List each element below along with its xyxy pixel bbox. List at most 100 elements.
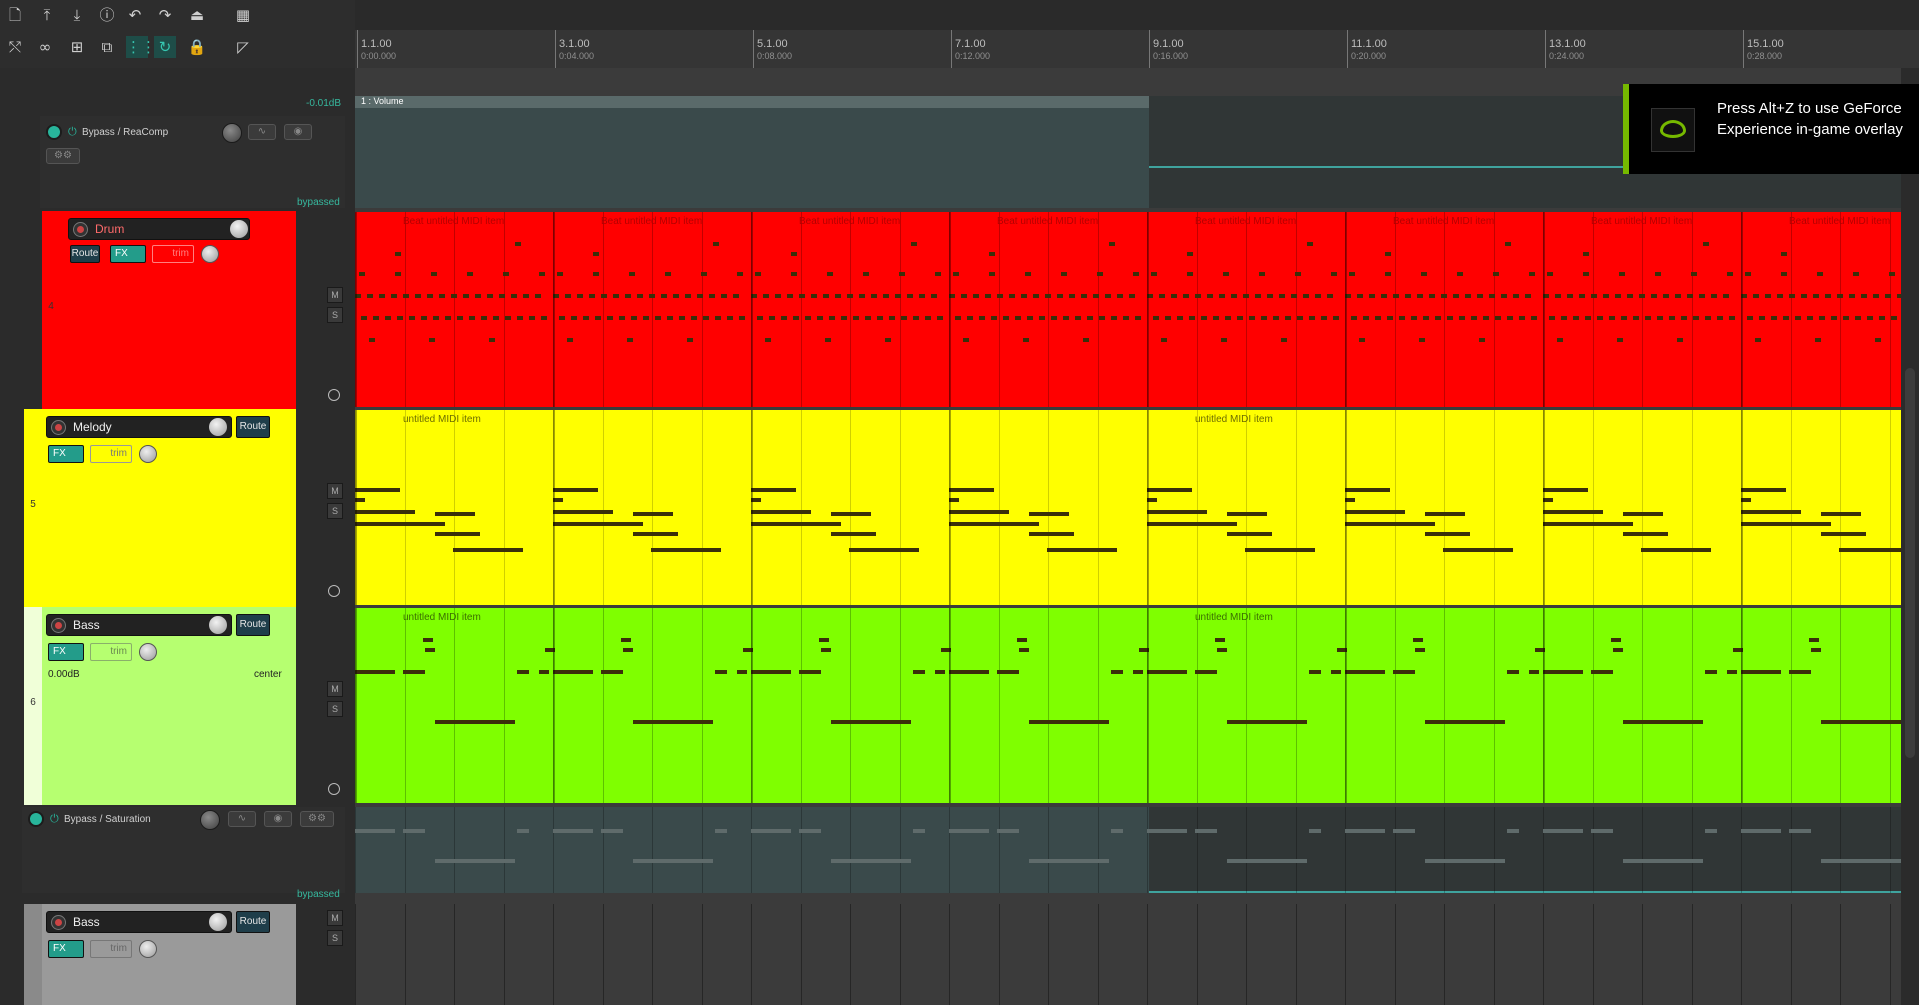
lane-bass-2[interactable] bbox=[355, 904, 1901, 1005]
route-button[interactable]: Route bbox=[236, 911, 270, 933]
track-bass-2[interactable]: Bass Route FX trim M S bbox=[0, 904, 343, 1005]
trim-button[interactable]: trim bbox=[90, 643, 132, 661]
link-icon[interactable]: ∞ bbox=[34, 36, 56, 58]
trim-knob[interactable] bbox=[139, 445, 157, 463]
mute-button[interactable]: M bbox=[327, 910, 343, 926]
undo-icon[interactable]: ↶ bbox=[124, 4, 146, 26]
arrange-view[interactable]: 1 : Volume Beat untitled MIDI item Beat u… bbox=[355, 68, 1901, 1005]
midi-item-label[interactable]: untitled MIDI item bbox=[403, 414, 481, 425]
snap-grid-icon[interactable]: ⊞ bbox=[66, 36, 88, 58]
trim-button[interactable]: trim bbox=[90, 445, 132, 463]
track-name-field[interactable]: Bass bbox=[46, 614, 232, 636]
midi-item-label[interactable]: Beat untitled MIDI item bbox=[799, 216, 900, 227]
grid-icon[interactable]: ▦ bbox=[232, 4, 254, 26]
envelope-settings-icon[interactable]: ⚙⚙ bbox=[300, 811, 334, 827]
track-name-field[interactable]: Melody bbox=[46, 416, 232, 438]
envelope-shape-icon[interactable]: ∿ bbox=[248, 124, 276, 140]
midi-note bbox=[565, 294, 571, 298]
scrollbar-thumb[interactable] bbox=[1905, 368, 1915, 758]
envelope-settings-icon[interactable]: ⚙⚙ bbox=[46, 148, 80, 164]
trim-knob[interactable] bbox=[201, 245, 219, 263]
grid-lines-icon[interactable]: ⋮⋮ bbox=[126, 36, 156, 58]
solo-button[interactable]: S bbox=[327, 307, 343, 323]
volume-knob[interactable] bbox=[229, 219, 249, 239]
timeline-ruler[interactable]: 1.1.00 0:00.000 3.1.00 0:04.000 5.1.00 0:08… bbox=[355, 30, 1919, 68]
midi-item-label[interactable]: untitled MIDI item bbox=[403, 612, 481, 623]
volume-knob[interactable] bbox=[208, 912, 228, 932]
beat-grid-line bbox=[1246, 410, 1247, 605]
phase-icon[interactable] bbox=[328, 585, 340, 597]
envelope-active-button[interactable] bbox=[46, 124, 62, 140]
record-arm-button[interactable] bbox=[73, 222, 88, 237]
route-button[interactable]: Route bbox=[70, 245, 100, 263]
record-arm-button[interactable] bbox=[51, 915, 66, 930]
new-file-icon[interactable]: 🗋 bbox=[4, 4, 26, 26]
midi-item-label[interactable]: untitled MIDI item bbox=[1195, 612, 1273, 623]
loop-icon[interactable]: ↻ bbox=[154, 36, 176, 58]
midi-note bbox=[935, 670, 945, 674]
lane-melody[interactable]: untitled MIDI item untitled MIDI item bbox=[355, 410, 1901, 605]
trim-button[interactable]: trim bbox=[152, 245, 194, 263]
solo-button[interactable]: S bbox=[327, 503, 343, 519]
lane-bass[interactable]: untitled MIDI item untitled MIDI item bbox=[355, 608, 1901, 803]
trim-knob[interactable] bbox=[139, 643, 157, 661]
solo-button[interactable]: S bbox=[327, 930, 343, 946]
solo-button[interactable]: S bbox=[327, 701, 343, 717]
route-button[interactable]: Route bbox=[236, 416, 270, 438]
midi-item-label[interactable]: untitled MIDI item bbox=[1195, 414, 1273, 425]
trim-behind-icon[interactable]: ◸ bbox=[232, 36, 254, 58]
trim-knob[interactable] bbox=[139, 940, 157, 958]
phase-icon[interactable] bbox=[328, 783, 340, 795]
fx-button[interactable]: FX bbox=[48, 445, 84, 463]
beat-grid-line bbox=[1296, 410, 1297, 605]
envelope-active-button[interactable] bbox=[28, 811, 44, 827]
route-button[interactable]: Route bbox=[236, 614, 270, 636]
midi-item-label[interactable]: Beat untitled MIDI item bbox=[601, 216, 702, 227]
track-melody[interactable]: 5 Melody Route FX trim M S bbox=[0, 409, 343, 607]
envelope-arm-icon[interactable]: ◉ bbox=[264, 811, 292, 827]
beat-grid-line bbox=[1494, 904, 1495, 1005]
track-drum[interactable]: 4 Drum Route FX trim M S bbox=[0, 211, 343, 409]
midi-note bbox=[1177, 316, 1183, 320]
midi-note bbox=[439, 294, 445, 298]
redo-icon[interactable]: ↷ bbox=[154, 4, 176, 26]
save-project-icon[interactable]: ⤓ bbox=[66, 4, 88, 26]
record-arm-button[interactable] bbox=[51, 618, 66, 633]
lane-drum[interactable]: Beat untitled MIDI item Beat untitled MID… bbox=[355, 212, 1901, 407]
group-icon[interactable]: ⧉ bbox=[96, 36, 118, 58]
envelope-knob[interactable] bbox=[222, 123, 242, 143]
ripple-edit-icon[interactable]: ⤲ bbox=[4, 36, 26, 58]
saturation-envelope-lane[interactable] bbox=[355, 807, 1901, 893]
track-name-field[interactable]: Bass bbox=[46, 911, 232, 933]
track-bass[interactable]: 6 Bass Route FX trim 0.00dB center M S bbox=[0, 607, 343, 805]
info-icon[interactable]: ⓘ bbox=[96, 4, 118, 26]
mute-button[interactable]: M bbox=[327, 287, 343, 303]
mute-button[interactable]: M bbox=[327, 681, 343, 697]
envelope-knob[interactable] bbox=[200, 810, 220, 830]
midi-item-label[interactable]: Beat untitled MIDI item bbox=[997, 216, 1098, 227]
record-arm-button[interactable] bbox=[51, 420, 66, 435]
fx-button[interactable]: FX bbox=[48, 940, 84, 958]
open-project-icon[interactable]: ⤒ bbox=[36, 4, 58, 26]
fx-button[interactable]: FX bbox=[48, 643, 84, 661]
fx-button[interactable]: FX bbox=[110, 245, 146, 263]
midi-note bbox=[433, 316, 439, 320]
volume-knob[interactable] bbox=[208, 417, 228, 437]
midi-item-label[interactable]: Beat untitled MIDI item bbox=[1789, 216, 1890, 227]
metronome-icon[interactable]: ⏏ bbox=[186, 4, 208, 26]
midi-item-label[interactable]: Beat untitled MIDI item bbox=[1393, 216, 1494, 227]
mute-button[interactable]: M bbox=[327, 483, 343, 499]
midi-note bbox=[445, 316, 451, 320]
midi-note bbox=[1867, 316, 1873, 320]
volume-knob[interactable] bbox=[208, 615, 228, 635]
midi-item-label[interactable]: Beat untitled MIDI item bbox=[1591, 216, 1692, 227]
midi-item-label[interactable]: Beat untitled MIDI item bbox=[1195, 216, 1296, 227]
vertical-scrollbar[interactable] bbox=[1901, 68, 1919, 1005]
lock-icon[interactable]: 🔒 bbox=[186, 36, 208, 58]
envelope-shape-icon[interactable]: ∿ bbox=[228, 811, 256, 827]
track-name-field[interactable]: Drum bbox=[68, 218, 250, 240]
trim-button[interactable]: trim bbox=[90, 940, 132, 958]
midi-item-label[interactable]: Beat untitled MIDI item bbox=[403, 216, 504, 227]
envelope-arm-icon[interactable]: ◉ bbox=[284, 124, 312, 140]
phase-icon[interactable] bbox=[328, 389, 340, 401]
